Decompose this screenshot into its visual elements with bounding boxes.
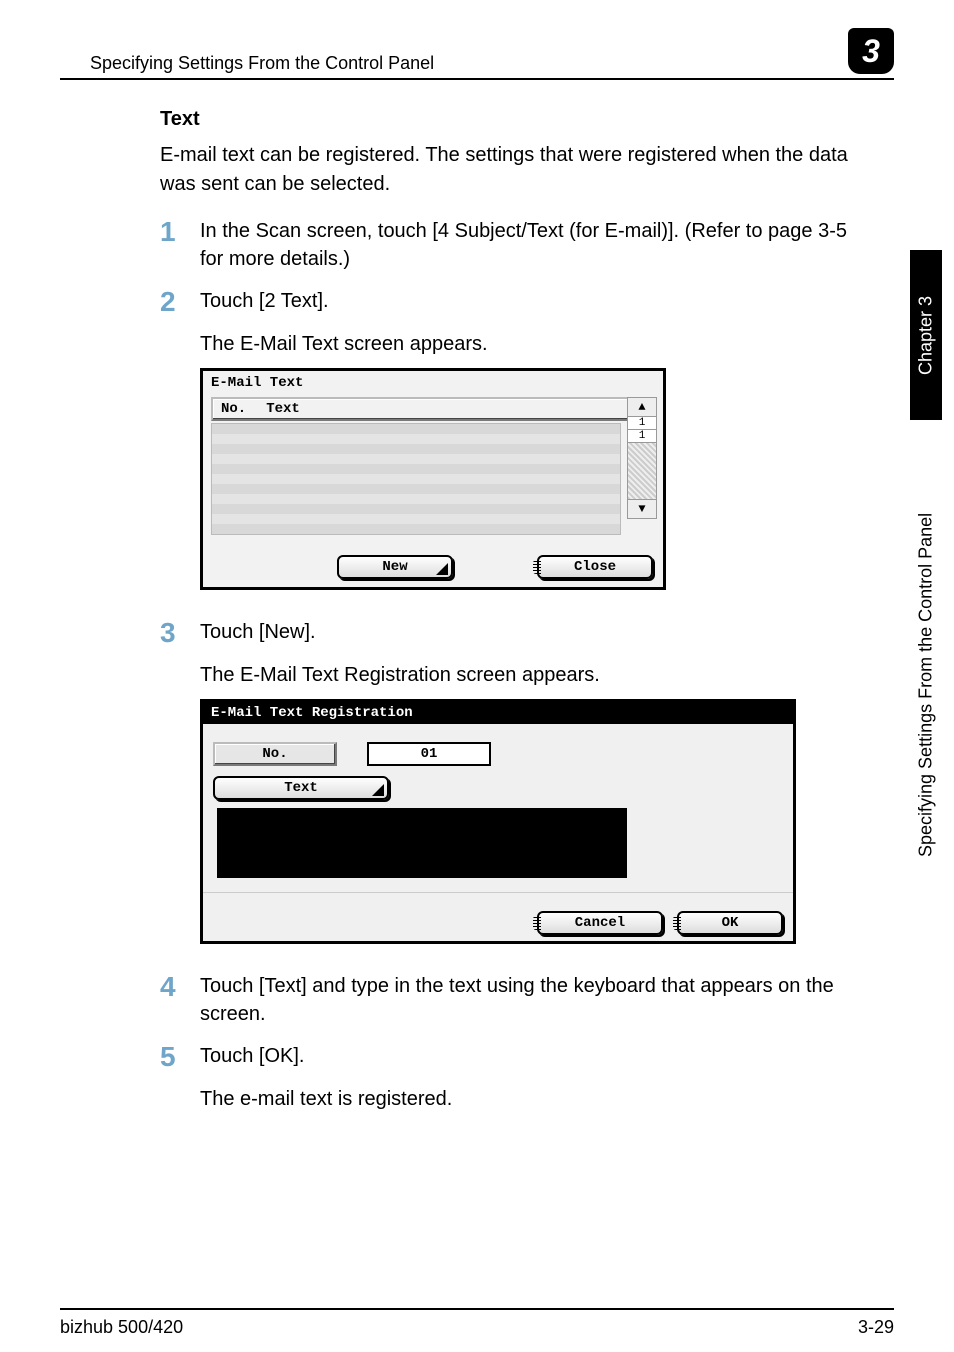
step-3-text: Touch [New]. (200, 618, 316, 646)
screen1-list-body (211, 423, 621, 535)
step-5-number: 5 (160, 1042, 200, 1071)
step-4-text: Touch [Text] and type in the text using … (200, 972, 854, 1028)
ok-button[interactable]: OK (677, 911, 783, 935)
chapter-badge: 3 (848, 28, 894, 74)
step-4: 4 Touch [Text] and type in the text usin… (160, 972, 854, 1028)
step-3: 3 Touch [New]. (160, 618, 854, 647)
step-5: 5 Touch [OK]. (160, 1042, 854, 1071)
side-tab-chapter: Chapter 3 (910, 250, 942, 420)
screen1-col-no: No. (213, 399, 258, 419)
scroll-up-icon[interactable]: ▲ (628, 398, 656, 417)
screen1-title: E-Mail Text (205, 373, 661, 391)
scroll-track[interactable] (628, 443, 656, 499)
footer-right: 3-29 (858, 1317, 894, 1338)
step-5-sub: The e-mail text is registered. (200, 1085, 854, 1113)
screen1-list-header: No. Text (211, 397, 655, 421)
header-rule (60, 78, 894, 80)
cancel-button[interactable]: Cancel (537, 911, 663, 935)
screenshot-email-text: E-Mail Text No. Text ▲ 1 1 ▼ (200, 368, 666, 590)
scroll-down-icon[interactable]: ▼ (628, 499, 656, 518)
step-1-text: In the Scan screen, touch [4 Subject/Tex… (200, 217, 854, 273)
footer-left: bizhub 500/420 (60, 1317, 183, 1338)
step-4-number: 4 (160, 972, 200, 1001)
section-intro: E-mail text can be registered. The setti… (160, 141, 854, 199)
page-header-title: Specifying Settings From the Control Pan… (60, 53, 434, 74)
screenshot-email-text-registration: E-Mail Text Registration No. 01 Text Can… (200, 699, 796, 944)
screen1-scrollbar[interactable]: ▲ 1 1 ▼ (627, 397, 657, 519)
screen2-title: E-Mail Text Registration (203, 702, 793, 724)
step-1: 1 In the Scan screen, touch [4 Subject/T… (160, 217, 854, 273)
close-button[interactable]: Close (537, 555, 653, 579)
step-2-sub: The E-Mail Text screen appears. (200, 330, 854, 358)
step-5-text: Touch [OK]. (200, 1042, 305, 1070)
footer-rule (60, 1308, 894, 1310)
side-tab-section: Specifying Settings From the Control Pan… (910, 420, 942, 950)
step-2: 2 Touch [2 Text]. (160, 287, 854, 316)
step-2-text: Touch [2 Text]. (200, 287, 329, 315)
step-2-number: 2 (160, 287, 200, 316)
screen2-no-label: No. (213, 742, 337, 766)
screen1-page-bot: 1 (628, 430, 656, 443)
step-3-number: 3 (160, 618, 200, 647)
new-button[interactable]: New (337, 555, 453, 579)
screen2-text-field[interactable] (217, 808, 627, 878)
screen1-col-text: Text (258, 399, 312, 419)
text-button[interactable]: Text (213, 776, 389, 800)
screen1-page-top: 1 (628, 417, 656, 430)
screen2-no-value: 01 (367, 742, 491, 766)
section-heading: Text (160, 108, 854, 131)
step-3-sub: The E-Mail Text Registration screen appe… (200, 661, 854, 689)
step-1-number: 1 (160, 217, 200, 246)
